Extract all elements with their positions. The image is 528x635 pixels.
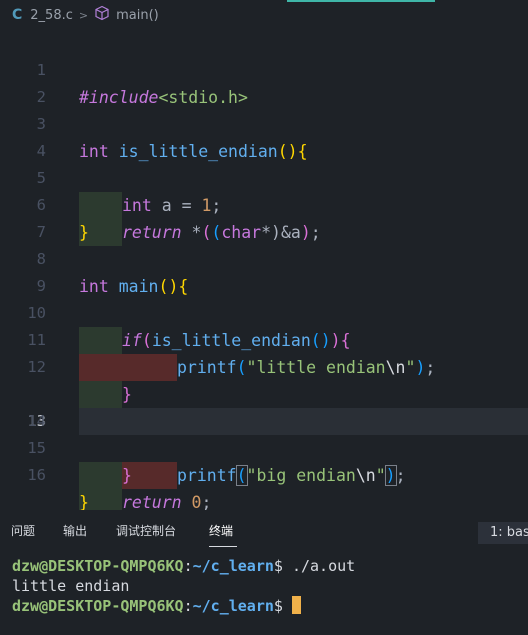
- code-line: 5 return *((char*)&a);: [0, 138, 528, 246]
- active-tab-underline: [209, 546, 237, 547]
- terminal-line[interactable]: dzw@DESKTOP-QMPQ6KQ:~/c_learn$: [12, 596, 301, 616]
- code-line-current: 13 printf("big endian\n");: [0, 354, 528, 489]
- code-line: 8 int main(){: [0, 219, 528, 296]
- code-line: 16 }: [0, 435, 528, 512]
- token-function: printf: [177, 466, 237, 485]
- token-string: "big endian: [246, 466, 356, 485]
- code-line: 14 }: [0, 381, 528, 489]
- tab-terminal[interactable]: 终端: [209, 522, 233, 539]
- code-line: 4 int a = 1;: [0, 111, 528, 219]
- code-line: 9 if(is_little_endian()){: [0, 246, 528, 354]
- breadcrumb-symbol[interactable]: main(): [116, 8, 159, 23]
- terminal-prompt: $: [273, 557, 283, 575]
- chevron-right-icon: >: [78, 8, 89, 22]
- terminal-user: dzw@DESKTOP-QMPQ6KQ: [12, 597, 184, 615]
- indent-guide: [79, 462, 122, 489]
- terminal-cursor: [291, 596, 301, 614]
- terminal-path: ~/c_learn: [192, 557, 274, 575]
- breadcrumb-file[interactable]: 2_58.c: [30, 8, 73, 23]
- code-line: 12 else{: [0, 327, 528, 435]
- terminal-command: ./a.out: [282, 557, 356, 575]
- code-line: 6 }: [0, 165, 528, 242]
- token-bracket: }: [122, 466, 132, 485]
- c-language-icon: C: [12, 7, 23, 23]
- code-line: 15 return 0;: [0, 408, 528, 516]
- token-string: ": [375, 466, 386, 485]
- panel-tabs: 问题 输出 调试控制台 终端 1: bas: [0, 510, 528, 550]
- tab-problems[interactable]: 问题: [11, 522, 35, 539]
- terminal-user: dzw@DESKTOP-QMPQ6KQ: [12, 557, 184, 575]
- code-line: 1 #include<stdio.h>: [0, 30, 528, 107]
- terminal-colon: :: [183, 597, 193, 615]
- token-text: ;: [395, 466, 406, 485]
- tab-output[interactable]: 输出: [63, 522, 87, 539]
- cube-icon: [94, 5, 110, 25]
- code-editor[interactable]: 1 #include<stdio.h> 2 3 int is_little_en…: [0, 30, 528, 516]
- code-line: 7: [0, 192, 528, 241]
- terminal-output: little endian: [12, 577, 130, 595]
- tab-debug-console[interactable]: 调试控制台: [116, 522, 176, 539]
- token-bracket-matched: (: [235, 465, 248, 486]
- line-number: 16: [27, 466, 46, 484]
- terminal-select[interactable]: 1: bas: [478, 522, 528, 544]
- terminal-colon: :: [183, 557, 193, 575]
- terminal-line: dzw@DESKTOP-QMPQ6KQ:~/c_learn$ ./a.out: [12, 556, 355, 576]
- code-line: 3 int is_little_endian(){: [0, 84, 528, 161]
- code-line: 11 }: [0, 300, 528, 408]
- breadcrumb: C 2_58.c > main(): [0, 2, 528, 28]
- token-escape: \n: [355, 466, 376, 485]
- terminal-path: ~/c_learn: [192, 597, 274, 615]
- token-bracket-matched: ): [384, 465, 397, 486]
- terminal-prompt: $: [273, 597, 283, 615]
- code-line: 2: [0, 57, 528, 106]
- bottom-panel: 问题 输出 调试控制台 终端 1: bas dzw@DESKTOP-QMPQ6K…: [0, 510, 528, 635]
- code-line: 10 printf("little endian\n");: [0, 273, 528, 381]
